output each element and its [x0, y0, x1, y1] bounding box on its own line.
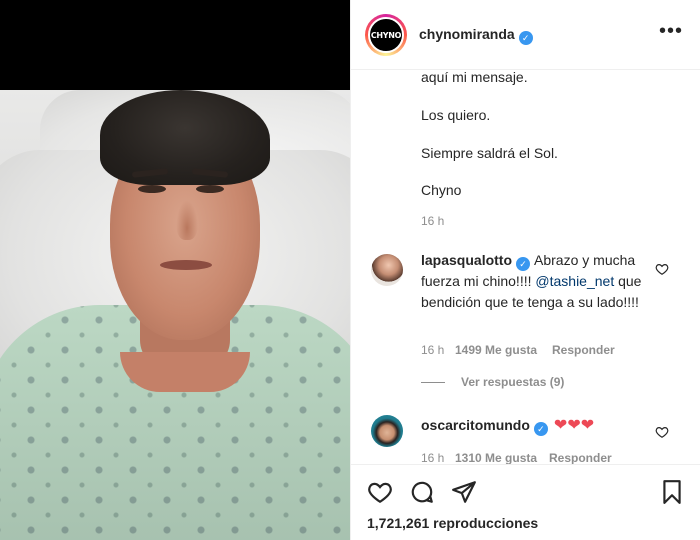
- post-media[interactable]: [0, 0, 350, 540]
- comment-icon[interactable]: [409, 479, 435, 505]
- comment-time[interactable]: 16 h: [421, 343, 444, 357]
- comment-text: oscarcitomundo ✓ ❤❤❤: [421, 415, 649, 436]
- caption-time[interactable]: 16 h: [421, 214, 444, 228]
- heart-icon[interactable]: [367, 479, 393, 505]
- view-replies-button[interactable]: Ver respuestas (9): [421, 375, 564, 389]
- post-header: CHYNO chynomiranda ✓ •••: [351, 0, 700, 70]
- caption-line: Los quiero.: [421, 107, 491, 123]
- like-comment-heart-icon[interactable]: [655, 425, 669, 439]
- caption-line: Chyno: [421, 182, 462, 198]
- comment-time[interactable]: 16 h: [421, 451, 444, 464]
- action-bar: 1,721,261 reproducciones: [351, 464, 700, 540]
- collar: [120, 352, 250, 392]
- left-eye: [138, 185, 166, 193]
- comment-hearts: ❤❤❤: [553, 417, 595, 434]
- author-username-text[interactable]: chynomiranda: [419, 26, 515, 42]
- commenter-avatar[interactable]: [371, 254, 403, 286]
- comments-scroll[interactable]: aquí mi mensaje. Los quiero. Siempre sal…: [351, 71, 700, 464]
- commenter-avatar[interactable]: [371, 415, 403, 447]
- comment-likes[interactable]: 1310 Me gusta: [455, 451, 537, 464]
- view-replies-label[interactable]: Ver respuestas (9): [461, 375, 564, 389]
- replies-divider: [421, 382, 445, 384]
- hair: [100, 90, 270, 185]
- reply-button[interactable]: Responder: [552, 343, 615, 357]
- video-frame[interactable]: [0, 90, 350, 540]
- mouth: [160, 260, 212, 270]
- post-panel: CHYNO chynomiranda ✓ ••• aquí mi mensaje.…: [350, 0, 700, 540]
- comment-username[interactable]: lapasqualotto: [421, 252, 512, 268]
- caption-line: aquí mi mensaje.: [421, 71, 528, 85]
- comment-text: lapasqualotto ✓ Abrazo y mucha fuerza mi c…: [421, 250, 649, 313]
- comment-likes[interactable]: 1499 Me gusta: [455, 343, 537, 357]
- avatar-logo-text: CHYNO: [370, 30, 402, 40]
- view-count[interactable]: 1,721,261 reproducciones: [367, 515, 538, 531]
- verified-badge-icon: ✓: [533, 422, 548, 436]
- share-icon[interactable]: [451, 479, 477, 505]
- nose: [176, 200, 198, 240]
- reply-button[interactable]: Responder: [549, 451, 612, 464]
- right-eye: [196, 185, 224, 193]
- comment-username[interactable]: oscarcitomundo: [421, 417, 530, 433]
- bookmark-icon[interactable]: [659, 479, 685, 505]
- like-comment-heart-icon[interactable]: [655, 262, 669, 276]
- comment-mention[interactable]: @tashie_net: [535, 273, 614, 289]
- caption-line: Siempre saldrá el Sol.: [421, 145, 558, 161]
- more-horizontal-icon[interactable]: •••: [659, 20, 683, 43]
- author-username[interactable]: chynomiranda ✓: [419, 26, 533, 45]
- author-avatar[interactable]: CHYNO: [365, 14, 407, 56]
- avatar-logo: CHYNO: [368, 17, 404, 53]
- verified-badge-icon: ✓: [516, 257, 531, 271]
- verified-badge-icon: ✓: [518, 31, 533, 45]
